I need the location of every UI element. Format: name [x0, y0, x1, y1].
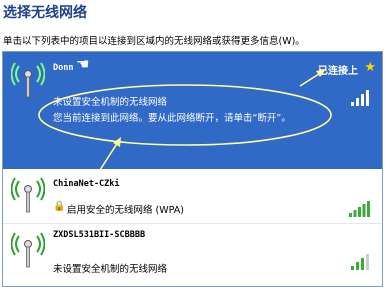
network-security: 启用安全的无线网络 (WPA): [67, 205, 184, 216]
network-list[interactable]: Donn 已连接上 ★ 未设置安全机制的无线网络 您当前连接到此网络。要从此网络…: [2, 51, 383, 287]
network-name: ChinaNet-CZki: [53, 179, 120, 189]
network-security: 未设置安全机制的无线网络: [53, 264, 168, 275]
signal-strength-icon: [351, 90, 369, 106]
network-item-zxdsl[interactable]: ZXDSL531BII-SCBBBB 未设置安全机制的无线网络: [3, 224, 382, 286]
signal-strength-icon: [349, 201, 370, 217]
page-heading: 选择无线网络: [3, 5, 87, 21]
network-name: Donn: [53, 63, 74, 73]
wireless-antenna-icon: [11, 232, 45, 268]
list-instructions: 单击以下列表中的项目以连接到区域内的无线网络或获得更多信息(W)。: [3, 36, 305, 47]
wireless-antenna-icon: [11, 177, 45, 213]
wireless-antenna-icon: [11, 62, 45, 98]
network-security: 未设置安全机制的无线网络: [53, 97, 168, 108]
hand-cursor-icon: ☚: [76, 55, 90, 73]
signal-strength-icon: [351, 254, 369, 270]
network-item-donn[interactable]: Donn 已连接上 ★ 未设置安全机制的无线网络 您当前连接到此网络。要从此网络…: [3, 52, 382, 169]
favorite-star-icon: ★: [364, 60, 376, 75]
connection-status: 已连接上: [318, 66, 358, 77]
lock-icon: 🔒: [53, 201, 66, 212]
network-name: ZXDSL531BII-SCBBBB: [53, 230, 146, 240]
network-item-chinanet[interactable]: ChinaNet-CZki 🔒 启用安全的无线网络 (WPA): [3, 169, 382, 224]
connected-message: 您当前连接到此网络。要从此网络断开，请单击“断开”。: [53, 113, 291, 124]
